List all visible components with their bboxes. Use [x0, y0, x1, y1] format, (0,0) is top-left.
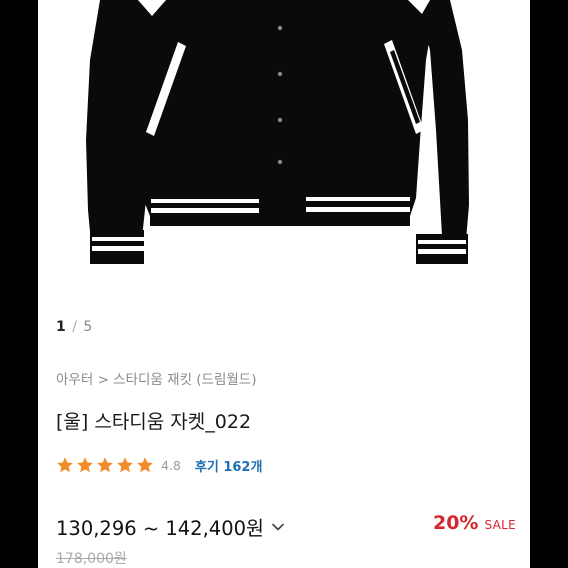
- star-icon: [57, 457, 73, 473]
- jacket-illustration: [86, 0, 469, 264]
- review-count-link[interactable]: 후기 162개: [195, 456, 263, 475]
- pager-current: 1: [56, 319, 66, 335]
- star-icon: [97, 457, 113, 473]
- pager-separator: /: [72, 319, 77, 335]
- breadcrumb-category[interactable]: 아우터: [56, 372, 93, 388]
- discount-percent: 20%: [432, 512, 479, 534]
- star-icon: [137, 457, 153, 473]
- product-detail-screen: 1 / 5 아우터 > 스타디움 재킷 (드림월드) [울] 스타디움 자켓_0…: [38, 0, 530, 568]
- original-price: 178,000원: [56, 551, 127, 567]
- discount-badge: 20% SALE: [433, 512, 516, 534]
- breadcrumb: 아우터 > 스타디움 재킷 (드림월드): [56, 368, 257, 388]
- image-pager: 1 / 5: [56, 319, 92, 335]
- product-image-jacket[interactable]: [38, 0, 530, 300]
- chevron-down-icon[interactable]: [271, 520, 285, 534]
- breadcrumb-subcategory[interactable]: 스타디움 재킷 (드림월드): [113, 372, 256, 388]
- breadcrumb-arrow: >: [97, 372, 109, 388]
- rating-value: 4.8: [161, 457, 181, 473]
- pager-total: 5: [83, 319, 93, 335]
- star-icon: [117, 457, 133, 473]
- price-row: 130,296 ~ 142,400원: [56, 512, 285, 541]
- price-range: 130,296 ~ 142,400원: [56, 517, 264, 540]
- product-title: [울] 스타디움 자켓_022: [56, 411, 252, 433]
- rating-row: 4.8 후기 162개: [56, 455, 262, 475]
- rating-stars: [56, 456, 154, 474]
- sale-label: SALE: [484, 518, 516, 532]
- star-icon: [77, 457, 93, 473]
